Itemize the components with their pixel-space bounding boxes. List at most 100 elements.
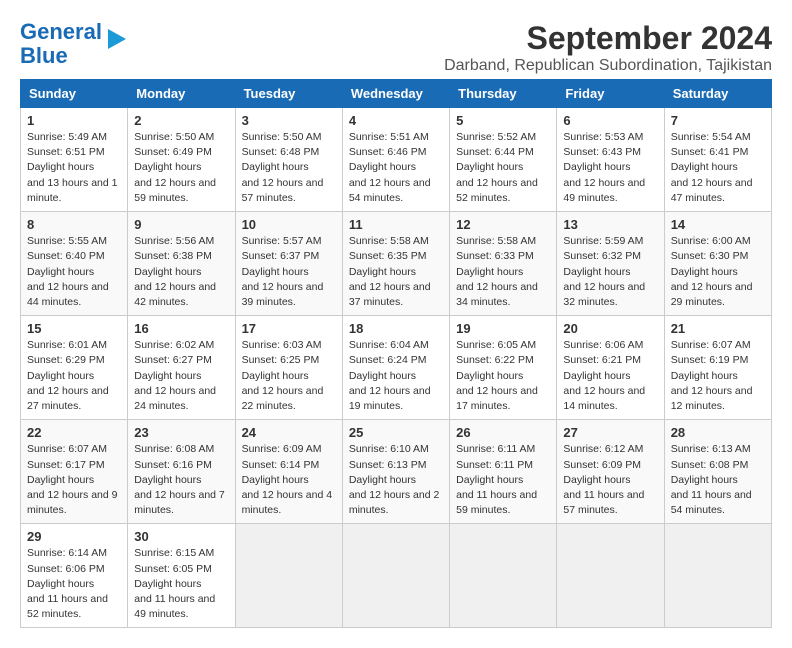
day-info: Sunrise: 5:51 AM Sunset: 6:46 PM Dayligh… (349, 130, 443, 206)
calendar-day-cell: 22 Sunrise: 6:07 AM Sunset: 6:17 PM Dayl… (21, 420, 128, 524)
day-info: Sunrise: 6:09 AM Sunset: 6:14 PM Dayligh… (242, 442, 336, 518)
day-number: 11 (349, 217, 443, 232)
logo-arrow-icon (106, 25, 128, 53)
day-info: Sunrise: 6:13 AM Sunset: 6:08 PM Dayligh… (671, 442, 765, 518)
day-number: 15 (27, 321, 121, 336)
day-info: Sunrise: 6:07 AM Sunset: 6:17 PM Dayligh… (27, 442, 121, 518)
weekday-header-tuesday: Tuesday (235, 80, 342, 108)
logo: GeneralBlue (20, 20, 128, 68)
day-number: 9 (134, 217, 228, 232)
calendar-day-cell: 24 Sunrise: 6:09 AM Sunset: 6:14 PM Dayl… (235, 420, 342, 524)
day-number: 7 (671, 113, 765, 128)
calendar-subtitle: Darband, Republican Subordination, Tajik… (444, 57, 772, 75)
day-number: 25 (349, 425, 443, 440)
calendar-day-cell: 12 Sunrise: 5:58 AM Sunset: 6:33 PM Dayl… (450, 212, 557, 316)
calendar-day-cell: 19 Sunrise: 6:05 AM Sunset: 6:22 PM Dayl… (450, 316, 557, 420)
weekday-header-wednesday: Wednesday (342, 80, 449, 108)
day-number: 27 (563, 425, 657, 440)
day-number: 1 (27, 113, 121, 128)
day-info: Sunrise: 5:50 AM Sunset: 6:48 PM Dayligh… (242, 130, 336, 206)
day-info: Sunrise: 6:06 AM Sunset: 6:21 PM Dayligh… (563, 338, 657, 414)
day-number: 30 (134, 529, 228, 544)
calendar-day-cell: 16 Sunrise: 6:02 AM Sunset: 6:27 PM Dayl… (128, 316, 235, 420)
day-number: 22 (27, 425, 121, 440)
calendar-table: SundayMondayTuesdayWednesdayThursdayFrid… (20, 79, 772, 628)
day-number: 8 (27, 217, 121, 232)
weekday-header-thursday: Thursday (450, 80, 557, 108)
day-number: 23 (134, 425, 228, 440)
calendar-day-cell: 2 Sunrise: 5:50 AM Sunset: 6:49 PM Dayli… (128, 108, 235, 212)
day-number: 2 (134, 113, 228, 128)
day-number: 18 (349, 321, 443, 336)
day-info: Sunrise: 5:58 AM Sunset: 6:33 PM Dayligh… (456, 234, 550, 310)
calendar-day-cell: 11 Sunrise: 5:58 AM Sunset: 6:35 PM Dayl… (342, 212, 449, 316)
calendar-day-cell: 9 Sunrise: 5:56 AM Sunset: 6:38 PM Dayli… (128, 212, 235, 316)
weekday-header-saturday: Saturday (664, 80, 771, 108)
calendar-day-cell: 26 Sunrise: 6:11 AM Sunset: 6:11 PM Dayl… (450, 420, 557, 524)
day-number: 14 (671, 217, 765, 232)
day-number: 17 (242, 321, 336, 336)
calendar-week-row: 15 Sunrise: 6:01 AM Sunset: 6:29 PM Dayl… (21, 316, 772, 420)
calendar-day-cell: 18 Sunrise: 6:04 AM Sunset: 6:24 PM Dayl… (342, 316, 449, 420)
day-info: Sunrise: 6:14 AM Sunset: 6:06 PM Dayligh… (27, 546, 121, 622)
day-info: Sunrise: 5:58 AM Sunset: 6:35 PM Dayligh… (349, 234, 443, 310)
day-info: Sunrise: 5:56 AM Sunset: 6:38 PM Dayligh… (134, 234, 228, 310)
day-number: 3 (242, 113, 336, 128)
day-info: Sunrise: 5:54 AM Sunset: 6:41 PM Dayligh… (671, 130, 765, 206)
day-info: Sunrise: 6:00 AM Sunset: 6:30 PM Dayligh… (671, 234, 765, 310)
day-info: Sunrise: 5:53 AM Sunset: 6:43 PM Dayligh… (563, 130, 657, 206)
calendar-day-cell: 27 Sunrise: 6:12 AM Sunset: 6:09 PM Dayl… (557, 420, 664, 524)
calendar-day-cell (235, 524, 342, 628)
calendar-day-cell: 28 Sunrise: 6:13 AM Sunset: 6:08 PM Dayl… (664, 420, 771, 524)
day-number: 13 (563, 217, 657, 232)
calendar-week-row: 8 Sunrise: 5:55 AM Sunset: 6:40 PM Dayli… (21, 212, 772, 316)
calendar-day-cell: 7 Sunrise: 5:54 AM Sunset: 6:41 PM Dayli… (664, 108, 771, 212)
calendar-day-cell: 17 Sunrise: 6:03 AM Sunset: 6:25 PM Dayl… (235, 316, 342, 420)
day-number: 6 (563, 113, 657, 128)
day-number: 16 (134, 321, 228, 336)
weekday-header-friday: Friday (557, 80, 664, 108)
day-number: 4 (349, 113, 443, 128)
calendar-day-cell: 10 Sunrise: 5:57 AM Sunset: 6:37 PM Dayl… (235, 212, 342, 316)
calendar-day-cell: 20 Sunrise: 6:06 AM Sunset: 6:21 PM Dayl… (557, 316, 664, 420)
day-number: 28 (671, 425, 765, 440)
calendar-day-cell: 23 Sunrise: 6:08 AM Sunset: 6:16 PM Dayl… (128, 420, 235, 524)
calendar-day-cell (342, 524, 449, 628)
day-info: Sunrise: 5:55 AM Sunset: 6:40 PM Dayligh… (27, 234, 121, 310)
calendar-day-cell (664, 524, 771, 628)
day-info: Sunrise: 5:52 AM Sunset: 6:44 PM Dayligh… (456, 130, 550, 206)
calendar-day-cell: 14 Sunrise: 6:00 AM Sunset: 6:30 PM Dayl… (664, 212, 771, 316)
day-info: Sunrise: 6:12 AM Sunset: 6:09 PM Dayligh… (563, 442, 657, 518)
calendar-day-cell: 21 Sunrise: 6:07 AM Sunset: 6:19 PM Dayl… (664, 316, 771, 420)
day-info: Sunrise: 6:07 AM Sunset: 6:19 PM Dayligh… (671, 338, 765, 414)
calendar-day-cell (557, 524, 664, 628)
calendar-title: September 2024 (444, 20, 772, 57)
day-info: Sunrise: 6:03 AM Sunset: 6:25 PM Dayligh… (242, 338, 336, 414)
logo-text: GeneralBlue (20, 20, 102, 68)
day-number: 29 (27, 529, 121, 544)
calendar-day-cell: 13 Sunrise: 5:59 AM Sunset: 6:32 PM Dayl… (557, 212, 664, 316)
day-info: Sunrise: 6:04 AM Sunset: 6:24 PM Dayligh… (349, 338, 443, 414)
page-header: GeneralBlue September 2024 Darband, Repu… (20, 20, 772, 75)
calendar-week-row: 1 Sunrise: 5:49 AM Sunset: 6:51 PM Dayli… (21, 108, 772, 212)
weekday-header-sunday: Sunday (21, 80, 128, 108)
day-number: 5 (456, 113, 550, 128)
day-info: Sunrise: 6:10 AM Sunset: 6:13 PM Dayligh… (349, 442, 443, 518)
calendar-day-cell: 29 Sunrise: 6:14 AM Sunset: 6:06 PM Dayl… (21, 524, 128, 628)
day-number: 24 (242, 425, 336, 440)
calendar-day-cell: 30 Sunrise: 6:15 AM Sunset: 6:05 PM Dayl… (128, 524, 235, 628)
day-info: Sunrise: 6:01 AM Sunset: 6:29 PM Dayligh… (27, 338, 121, 414)
calendar-day-cell: 6 Sunrise: 5:53 AM Sunset: 6:43 PM Dayli… (557, 108, 664, 212)
day-info: Sunrise: 5:59 AM Sunset: 6:32 PM Dayligh… (563, 234, 657, 310)
day-info: Sunrise: 6:15 AM Sunset: 6:05 PM Dayligh… (134, 546, 228, 622)
day-info: Sunrise: 5:50 AM Sunset: 6:49 PM Dayligh… (134, 130, 228, 206)
day-info: Sunrise: 6:02 AM Sunset: 6:27 PM Dayligh… (134, 338, 228, 414)
day-info: Sunrise: 5:49 AM Sunset: 6:51 PM Dayligh… (27, 130, 121, 206)
day-info: Sunrise: 6:08 AM Sunset: 6:16 PM Dayligh… (134, 442, 228, 518)
weekday-header-monday: Monday (128, 80, 235, 108)
day-number: 19 (456, 321, 550, 336)
calendar-header-row: SundayMondayTuesdayWednesdayThursdayFrid… (21, 80, 772, 108)
calendar-day-cell (450, 524, 557, 628)
day-number: 26 (456, 425, 550, 440)
calendar-day-cell: 3 Sunrise: 5:50 AM Sunset: 6:48 PM Dayli… (235, 108, 342, 212)
